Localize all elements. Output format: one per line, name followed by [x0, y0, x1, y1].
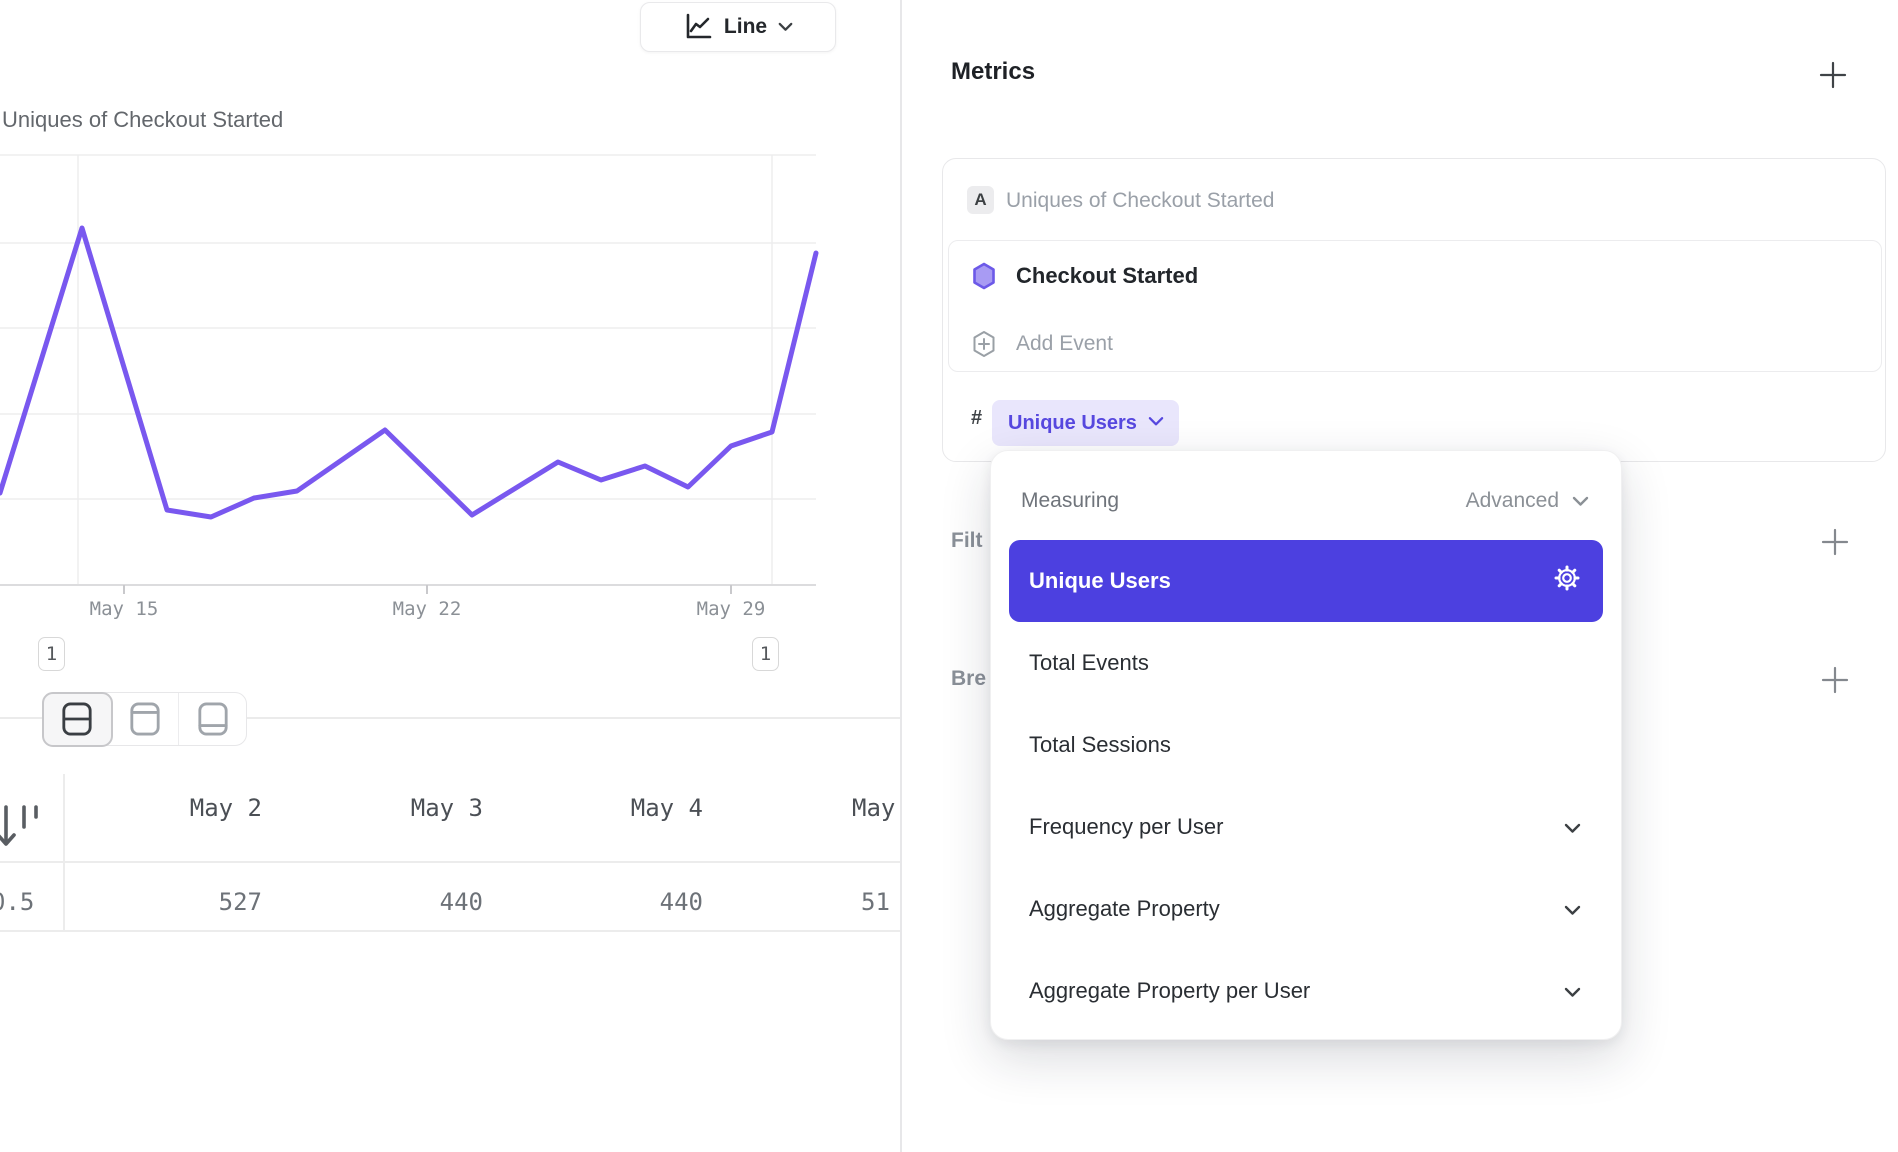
table-cell-value: 440 — [323, 888, 483, 916]
top-panel-icon — [129, 701, 161, 737]
chevron-down-icon — [1564, 814, 1581, 840]
chevron-down-icon — [1148, 414, 1164, 432]
aggregation-prefix: # — [971, 407, 982, 430]
measuring-option-frequency-per-user[interactable]: Frequency per User — [1009, 786, 1603, 868]
filters-section-label: Filt — [951, 529, 983, 553]
chevron-down-icon — [1572, 489, 1589, 513]
add-event-button[interactable]: Add Event — [1016, 332, 1113, 356]
x-tick-label: May 22 — [393, 598, 462, 620]
table-cell-value: 51 — [861, 888, 890, 916]
metrics-panel-title: Metrics — [951, 58, 1035, 86]
chart-type-label: Line — [724, 15, 767, 39]
add-filter-button[interactable] — [1820, 527, 1850, 557]
advanced-mode-label: Advanced — [1466, 489, 1559, 513]
layout-toggle-group — [42, 692, 247, 746]
gear-icon[interactable] — [1553, 564, 1581, 592]
measuring-option-label: Total Sessions — [1029, 732, 1171, 758]
series-line[interactable] — [0, 228, 816, 517]
table-column-header[interactable]: May — [852, 794, 895, 822]
measuring-option-unique-users[interactable]: Unique Users — [1009, 540, 1603, 622]
layout-toggle-chart-only[interactable] — [111, 693, 179, 745]
aggregation-selector[interactable]: Unique Users — [992, 400, 1179, 446]
table-column-header[interactable]: May 2 — [102, 794, 262, 822]
layout-toggle-split-view[interactable] — [42, 692, 113, 747]
metric-name: Uniques of Checkout Started — [1006, 189, 1275, 213]
chart-type-button[interactable]: Line — [640, 2, 836, 52]
chart-title: Uniques of Checkout Started — [2, 107, 283, 133]
table-column-separator — [63, 774, 65, 930]
metric-letter-badge: A — [967, 186, 994, 214]
measuring-option-total-sessions[interactable]: Total Sessions — [1009, 704, 1603, 786]
breakdowns-section-label: Bre — [951, 667, 986, 691]
add-metric-button[interactable] — [1818, 60, 1848, 90]
x-tick-label: May 15 — [90, 598, 159, 620]
hexagon-icon — [972, 262, 996, 290]
measuring-option-label: Aggregate Property — [1029, 896, 1220, 922]
bottom-panel-icon — [197, 701, 229, 737]
x-tick-label: May 29 — [697, 598, 766, 620]
measuring-dropdown-header: Measuring Advanced — [1021, 487, 1589, 515]
measuring-option-label: Unique Users — [1029, 568, 1171, 594]
measuring-option-aggregate-property[interactable]: Aggregate Property — [1009, 868, 1603, 950]
table-row-label-partial: 0.5 — [0, 888, 34, 916]
line-chart-icon — [683, 12, 713, 42]
measuring-dropdown: Measuring Advanced Unique Users Total Eve… — [990, 450, 1622, 1040]
table-column-header[interactable]: May 3 — [323, 794, 483, 822]
table-cell-value: 527 — [102, 888, 262, 916]
line-chart[interactable] — [0, 140, 820, 605]
table-column-header[interactable]: May 4 — [543, 794, 703, 822]
measuring-label: Measuring — [1021, 489, 1119, 513]
table-cell-value: 440 — [543, 888, 703, 916]
layout-toggle-table-only[interactable] — [179, 693, 246, 745]
sort-descending-icon[interactable] — [0, 799, 50, 855]
table-header-border — [0, 861, 900, 863]
split-view-icon — [61, 701, 93, 737]
chevron-down-icon — [778, 22, 793, 32]
hexagon-plus-icon — [972, 330, 996, 358]
aggregation-value: Unique Users — [1008, 412, 1137, 435]
add-breakdown-button[interactable] — [1820, 665, 1850, 695]
table-row-border — [0, 930, 900, 932]
measuring-options-list: Unique Users Total Events Total Sessions Fr… — [1009, 540, 1603, 1032]
chevron-down-icon — [1564, 896, 1581, 922]
measuring-option-label: Frequency per User — [1029, 814, 1223, 840]
panel-divider — [900, 0, 902, 1152]
advanced-mode-selector[interactable]: Advanced — [1466, 489, 1589, 513]
chevron-down-icon — [1564, 978, 1581, 1004]
measuring-option-aggregate-property-per-user[interactable]: Aggregate Property per User — [1009, 950, 1603, 1032]
measuring-option-total-events[interactable]: Total Events — [1009, 622, 1603, 704]
page-badge-right[interactable]: 1 — [752, 637, 779, 671]
analytics-app: Line Uniques of Checkout Started May 15 M… — [0, 0, 1898, 1152]
measuring-option-label: Aggregate Property per User — [1029, 978, 1310, 1004]
event-name[interactable]: Checkout Started — [1016, 263, 1198, 289]
measuring-option-label: Total Events — [1029, 650, 1149, 676]
page-badge-left[interactable]: 1 — [38, 637, 65, 671]
